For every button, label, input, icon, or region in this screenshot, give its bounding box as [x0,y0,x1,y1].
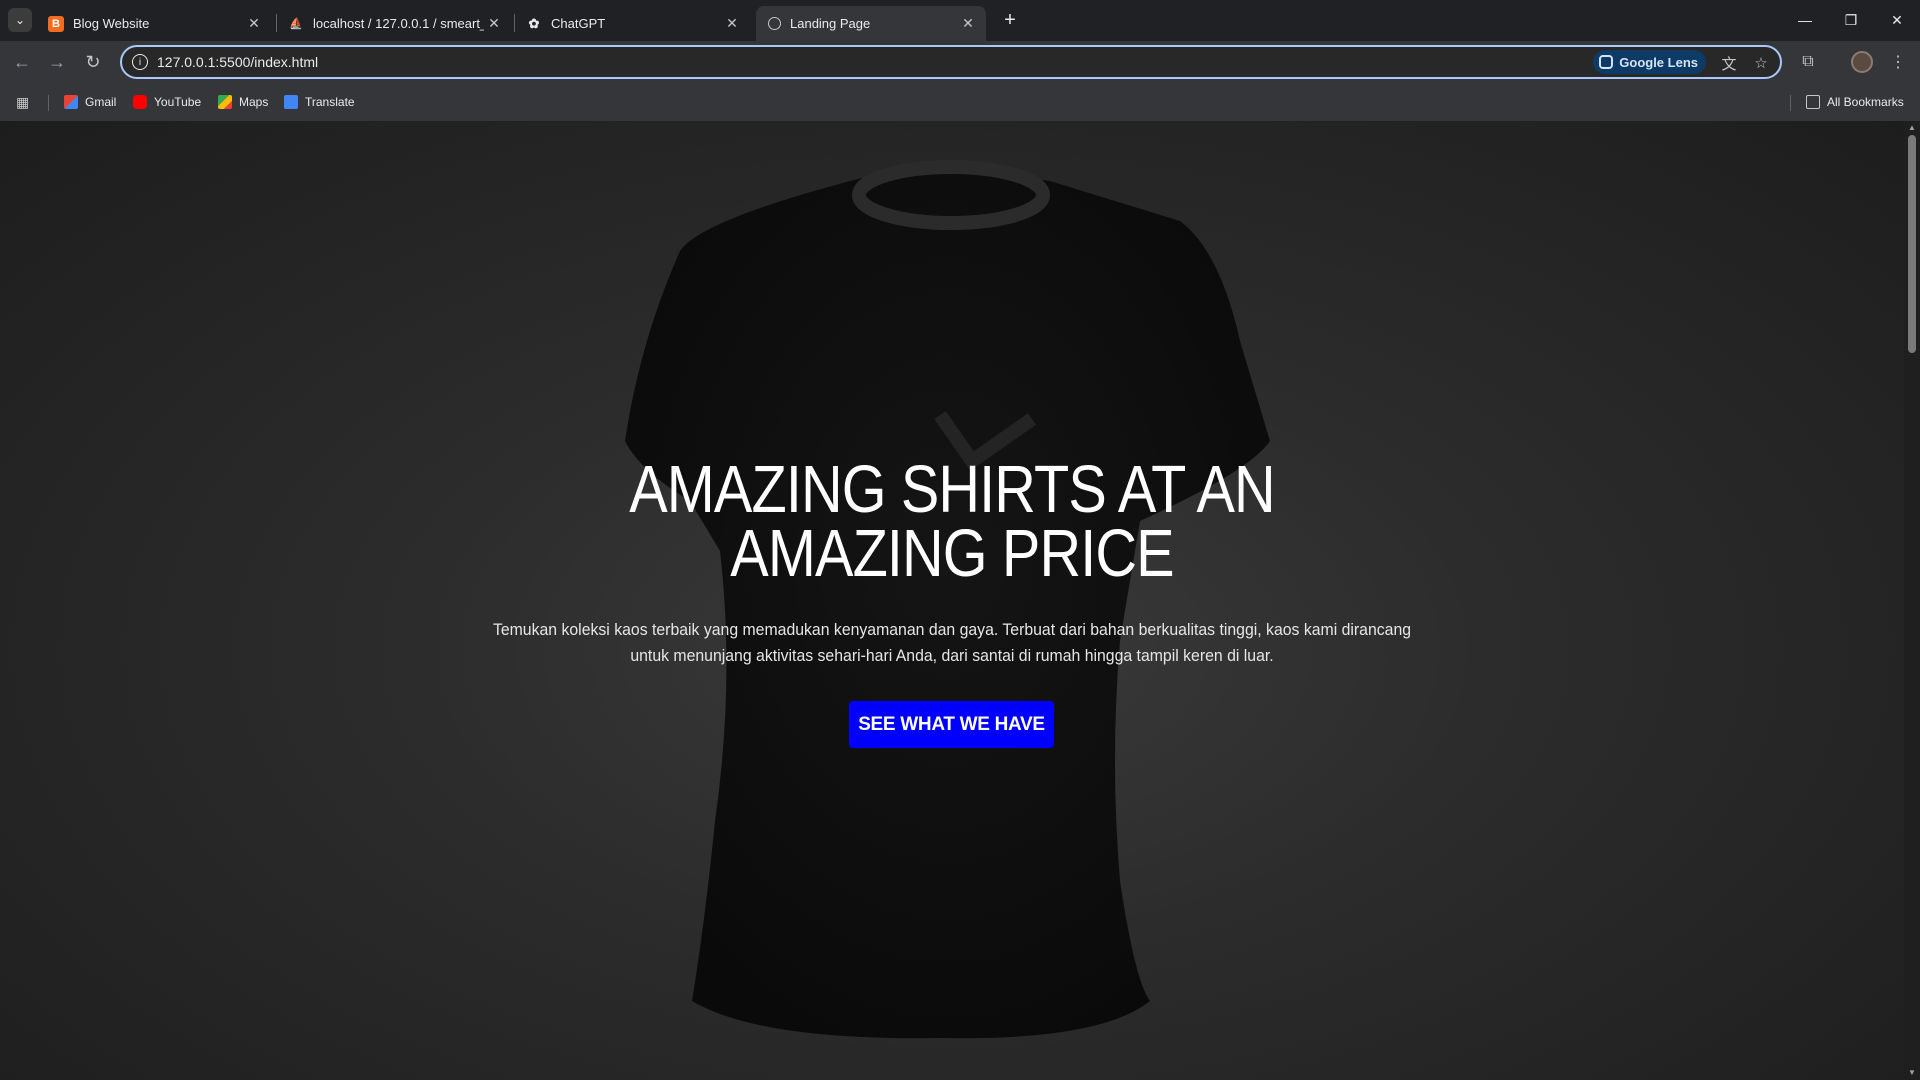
close-icon[interactable]: ✕ [722,14,742,34]
hero-description: Temukan koleksi kaos terbaik yang memadu… [492,620,1412,665]
hero-section: AMAZING SHIRTS AT AN AMAZING PRICE Temuk… [0,121,1904,1080]
tab-localhost[interactable]: ⛵ localhost / 127.0.0.1 / smeart_d ✕ [276,6,512,41]
scrollbar-thumb[interactable] [1908,135,1916,353]
chatgpt-icon: ✿ [528,15,540,31]
extensions-icon[interactable]: ⧉ [1794,48,1822,76]
hero-headline: AMAZING SHIRTS AT AN AMAZING PRICE [629,452,1275,591]
minimize-icon: — [1798,12,1812,28]
google-lens-button[interactable]: Google Lens [1593,50,1706,74]
bookmark-label: Translate [305,95,355,109]
phpmyadmin-icon: ⛵ [289,18,303,30]
see-what-we-have-button[interactable]: SEE WHAT WE HAVE [849,701,1054,748]
bookmark-label: YouTube [154,95,202,109]
gmail-icon [64,95,78,109]
close-icon[interactable]: ✕ [244,14,264,34]
close-icon[interactable]: ✕ [958,14,978,34]
bookmark-label: Maps [239,95,269,109]
address-bar[interactable]: i 127.0.0.1:5500/index.html Google Lens … [120,45,1782,79]
apps-button[interactable]: ▦ [16,91,29,113]
tab-chatgpt[interactable]: ✿ ChatGPT ✕ [514,6,750,41]
minimize-button[interactable]: — [1782,0,1828,40]
blogger-icon: B [48,15,64,32]
bookmark-label: Gmail [85,95,117,109]
lens-label: Google Lens [1619,54,1698,70]
plus-icon: + [1004,8,1016,31]
tab-title: Landing Page [790,16,871,31]
tab-landing-page[interactable]: Landing Page ✕ [756,6,986,41]
reload-button[interactable]: ↻ [79,48,107,76]
browser-chrome: ⌄ B Blog Website ✕ ⛵ localhost / 127.0.0… [0,0,1920,121]
tab-title: ChatGPT [551,16,606,31]
bookmark-separator [48,95,49,111]
restore-button[interactable]: ❐ [1828,0,1874,40]
all-bookmarks-button[interactable]: All Bookmarks [1806,91,1904,113]
folder-icon [1806,95,1820,109]
bookmarks-bar: ▦ Gmail YouTube Maps Translate All Bookm… [0,83,1920,121]
bookmark-gmail[interactable]: Gmail [64,91,116,113]
bookmark-separator [1790,95,1791,111]
arrow-left-icon: ← [13,51,31,72]
translate-icon[interactable]: 文 [1718,52,1740,74]
reload-icon: ↻ [85,51,101,72]
new-tab-button[interactable]: + [996,8,1024,32]
apps-grid-icon: ▦ [16,93,30,110]
chevron-down-icon: ⌄ [14,13,26,27]
tab-strip: ⌄ B Blog Website ✕ ⛵ localhost / 127.0.0… [0,0,1920,41]
tab-blog-website[interactable]: B Blog Website ✕ [36,6,272,41]
close-icon[interactable]: ✕ [484,14,504,34]
globe-icon [768,17,781,30]
vertical-scrollbar[interactable]: ▲ ▼ [1904,121,1920,1080]
bookmark-youtube[interactable]: YouTube [133,91,201,113]
url-text[interactable]: 127.0.0.1:5500/index.html [157,54,318,70]
bookmark-maps[interactable]: Maps [218,91,268,113]
menu-icon[interactable]: ⋮ [1884,48,1912,76]
youtube-icon [133,95,147,109]
avatar [1851,51,1873,73]
arrow-right-icon: → [48,51,66,72]
scroll-down-icon[interactable]: ▼ [1907,1068,1917,1078]
bookmark-star-icon[interactable]: ☆ [1750,52,1772,74]
site-info-icon[interactable]: i [132,54,148,70]
forward-button[interactable]: → [43,48,71,76]
tab-search-button[interactable]: ⌄ [8,8,32,32]
toolbar: ← → ↻ i 127.0.0.1:5500/index.html Google… [0,41,1920,83]
bookmark-translate[interactable]: Translate [284,91,355,113]
close-window-button[interactable]: ✕ [1874,0,1920,40]
lens-icon [1599,55,1614,69]
all-bookmarks-label: All Bookmarks [1827,95,1904,109]
profile-button[interactable] [1848,48,1876,76]
maps-icon [218,95,232,109]
tab-title: Blog Website [73,16,150,31]
restore-icon: ❐ [1844,11,1858,28]
close-icon: ✕ [1891,11,1903,28]
tab-title: localhost / 127.0.0.1 / smeart_d [313,16,484,31]
scroll-up-icon[interactable]: ▲ [1907,123,1917,133]
translate-icon [284,95,298,109]
back-button[interactable]: ← [8,48,36,76]
page-viewport: AMAZING SHIRTS AT AN AMAZING PRICE Temuk… [0,121,1904,1080]
